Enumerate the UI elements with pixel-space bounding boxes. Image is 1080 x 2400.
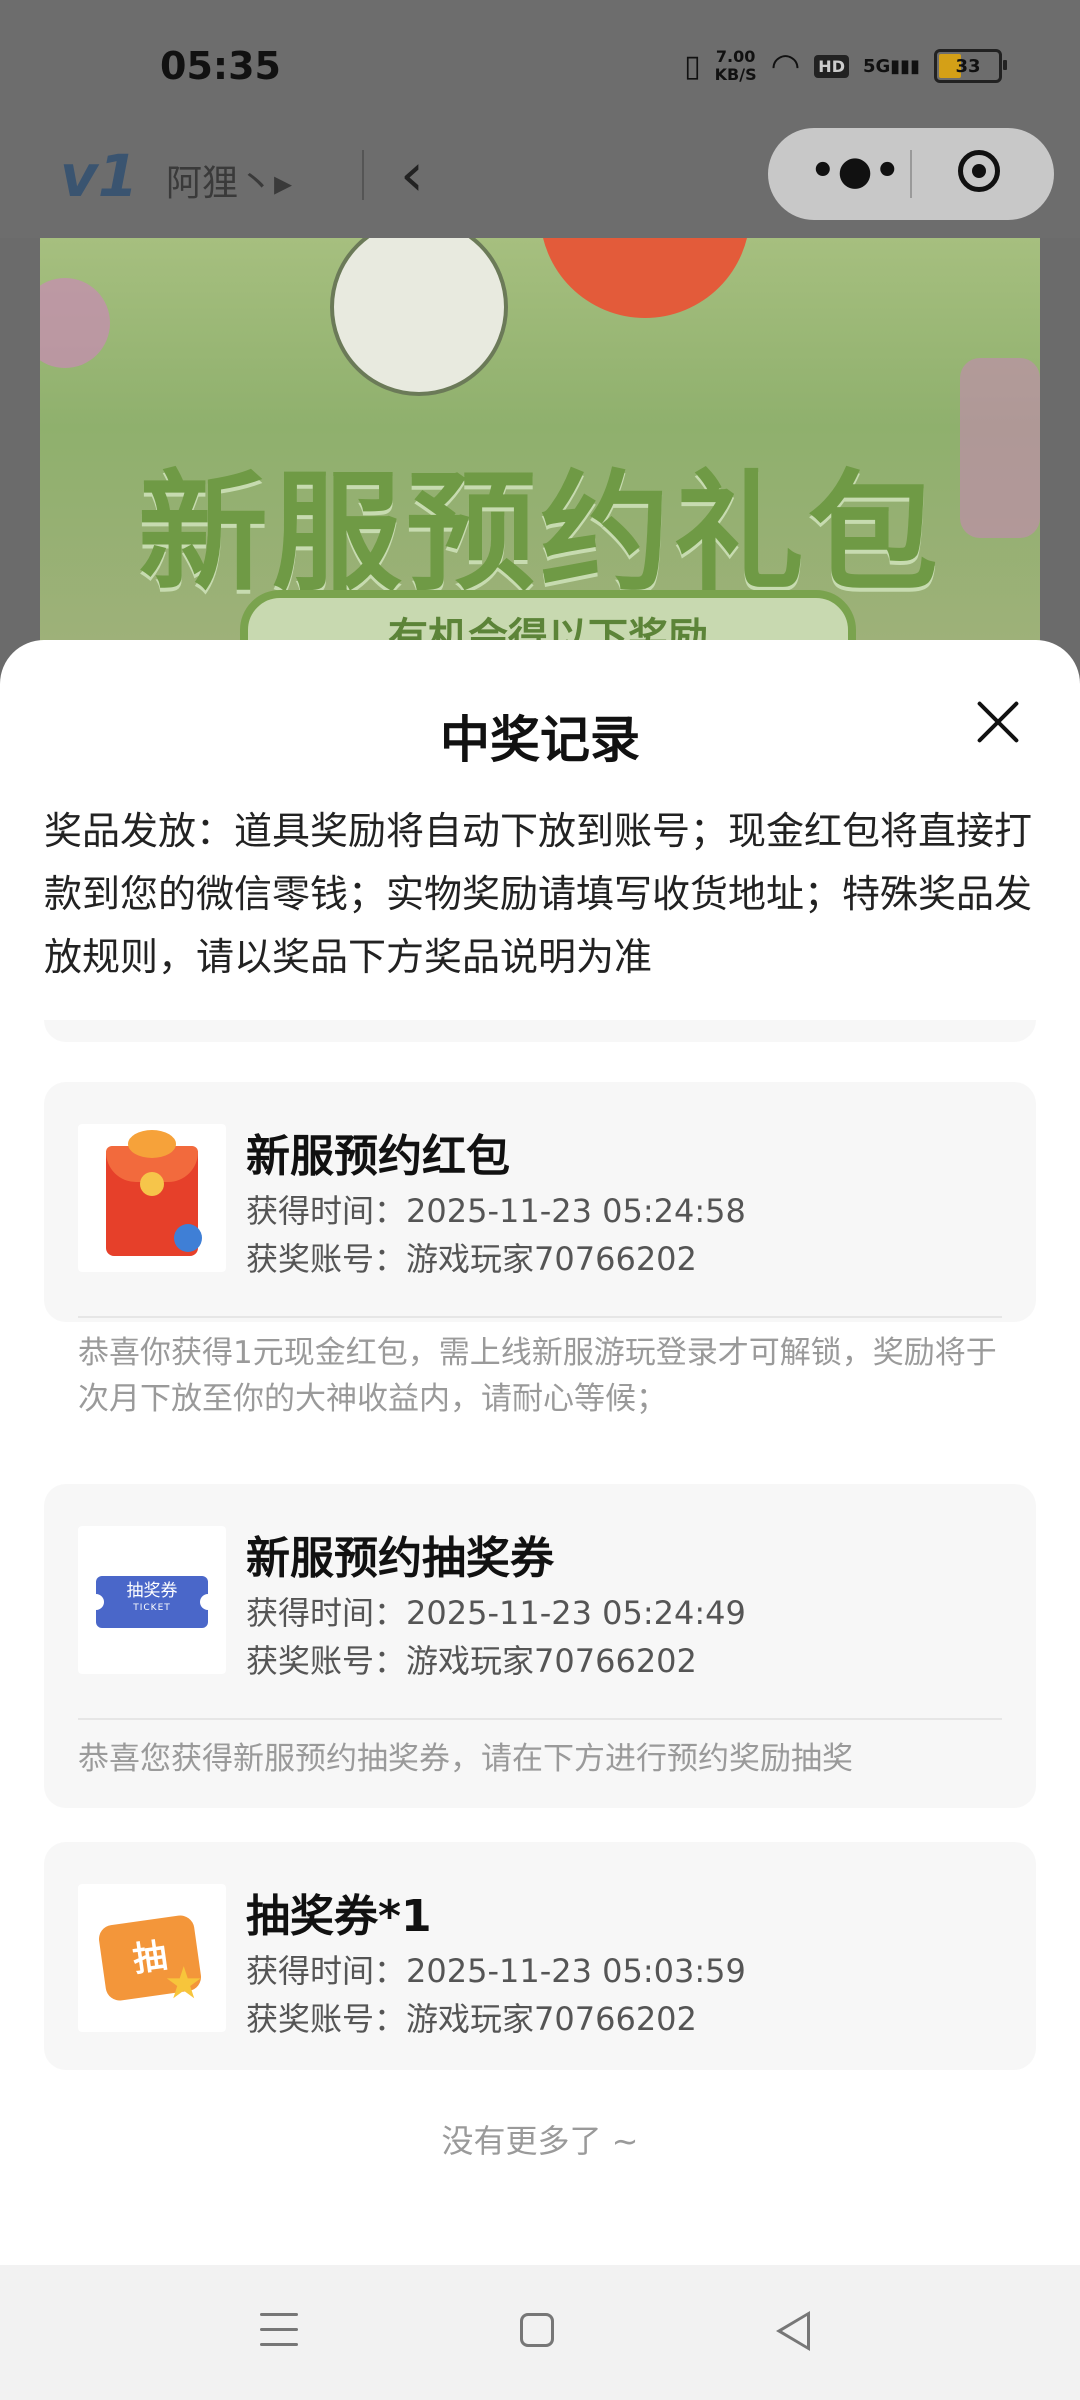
status-time: 05:35 [160, 44, 281, 88]
record-card: 新服预约红包 获得时间：2025-11-23 05:24:58 获奖账号：游戏玩… [44, 1082, 1036, 1322]
vibrate-icon: ▯ [684, 48, 701, 84]
sheet-title: 中奖记录 [440, 711, 640, 769]
home-icon[interactable] [520, 2313, 554, 2347]
signal-icon: 5G▮▮▮ [862, 55, 920, 77]
battery-level: 33 [955, 55, 981, 77]
lottery-ticket-image: 抽 ★ [78, 1884, 226, 2032]
network-type: 5G [862, 55, 891, 77]
divider [362, 150, 364, 200]
net-speed-unit: KB/S [714, 65, 757, 84]
record-account: 获奖账号：游戏玩家70766202 [246, 2000, 697, 2038]
record-time: 获得时间：2025-11-23 05:24:49 [246, 1594, 746, 1632]
hd-icon: HD [814, 54, 849, 78]
net-speed: 7.00 KB/S [715, 48, 757, 84]
prize-notice: 奖品发放：道具奖励将自动下放到账号；现金红包将直接打款到您的微信零钱；实物奖励请… [44, 809, 1033, 979]
promo-banner: 新服预约礼包 有机会得以下奖励 [40, 238, 1040, 658]
app-title[interactable]: 阿狸丶▸ [166, 154, 292, 206]
ticket-image: 抽奖券 TICKET [78, 1526, 226, 1674]
app-logo: v1 [60, 142, 139, 210]
mascot-image [330, 238, 508, 396]
record-desc: 恭喜您获得新服预约抽奖券，请在下方进行预约奖励抽奖 [78, 1741, 853, 1777]
mini-program-capsule: •●• [768, 128, 1054, 220]
banner-title: 新服预约礼包 [137, 457, 942, 609]
record-name: 新服预约红包 [246, 1131, 510, 1182]
record-card: 抽 ★ 抽奖券*1 获得时间：2025-11-23 05:03:59 获奖账号：… [44, 1842, 1036, 2070]
record-name: 新服预约抽奖券 [246, 1533, 554, 1584]
star-icon: ★ [164, 1958, 204, 2009]
capsule-divider [910, 150, 912, 198]
record-time: 获得时间：2025-11-23 05:24:58 [246, 1192, 746, 1230]
target-icon[interactable] [958, 150, 1000, 192]
record-account: 获奖账号：游戏玩家70766202 [246, 1240, 697, 1278]
card-divider [78, 1316, 1002, 1318]
back-triangle-icon[interactable] [776, 2311, 810, 2351]
record-time: 获得时间：2025-11-23 05:03:59 [246, 1952, 746, 1990]
system-nav-bar [0, 2265, 1080, 2400]
flower-decoration [40, 278, 110, 368]
card-divider [78, 1718, 1002, 1720]
status-bar: 05:35 ▯ 7.00 KB/S ◠ HD 5G▮▮▮ 33 [0, 0, 1080, 130]
wifi-icon: ◠ [770, 46, 801, 86]
more-dots-icon[interactable]: •●• [810, 148, 902, 194]
net-speed-value: 7.00 [715, 47, 756, 66]
win-record-sheet: 中奖记录 奖品发放：道具奖励将自动下放到账号；现金红包将直接打款到您的微信零钱；… [0, 640, 1080, 2265]
battery-icon: 33 [934, 49, 1007, 83]
red-mascot-image [540, 238, 750, 318]
record-name: 抽奖券*1 [246, 1891, 432, 1942]
no-more-text: 没有更多了 ~ [441, 2122, 639, 2160]
record-desc: 恭喜你获得1元现金红包，需上线新服游玩登录才可解锁，奖励将于次月下放至你的大神收… [78, 1335, 997, 1417]
menu-icon[interactable] [260, 2313, 298, 2347]
record-card: 抽奖券 TICKET 新服预约抽奖券 获得时间：2025-11-23 05:24:… [44, 1484, 1036, 1808]
previous-card-stub [44, 1020, 1036, 1042]
record-account: 获奖账号：游戏玩家70766202 [246, 1642, 697, 1680]
status-icons: ▯ 7.00 KB/S ◠ HD 5G▮▮▮ 33 [684, 46, 1007, 86]
red-packet-image [78, 1124, 226, 1272]
close-icon[interactable] [968, 692, 1028, 752]
chevron-left-icon[interactable]: ‹ [400, 140, 424, 210]
